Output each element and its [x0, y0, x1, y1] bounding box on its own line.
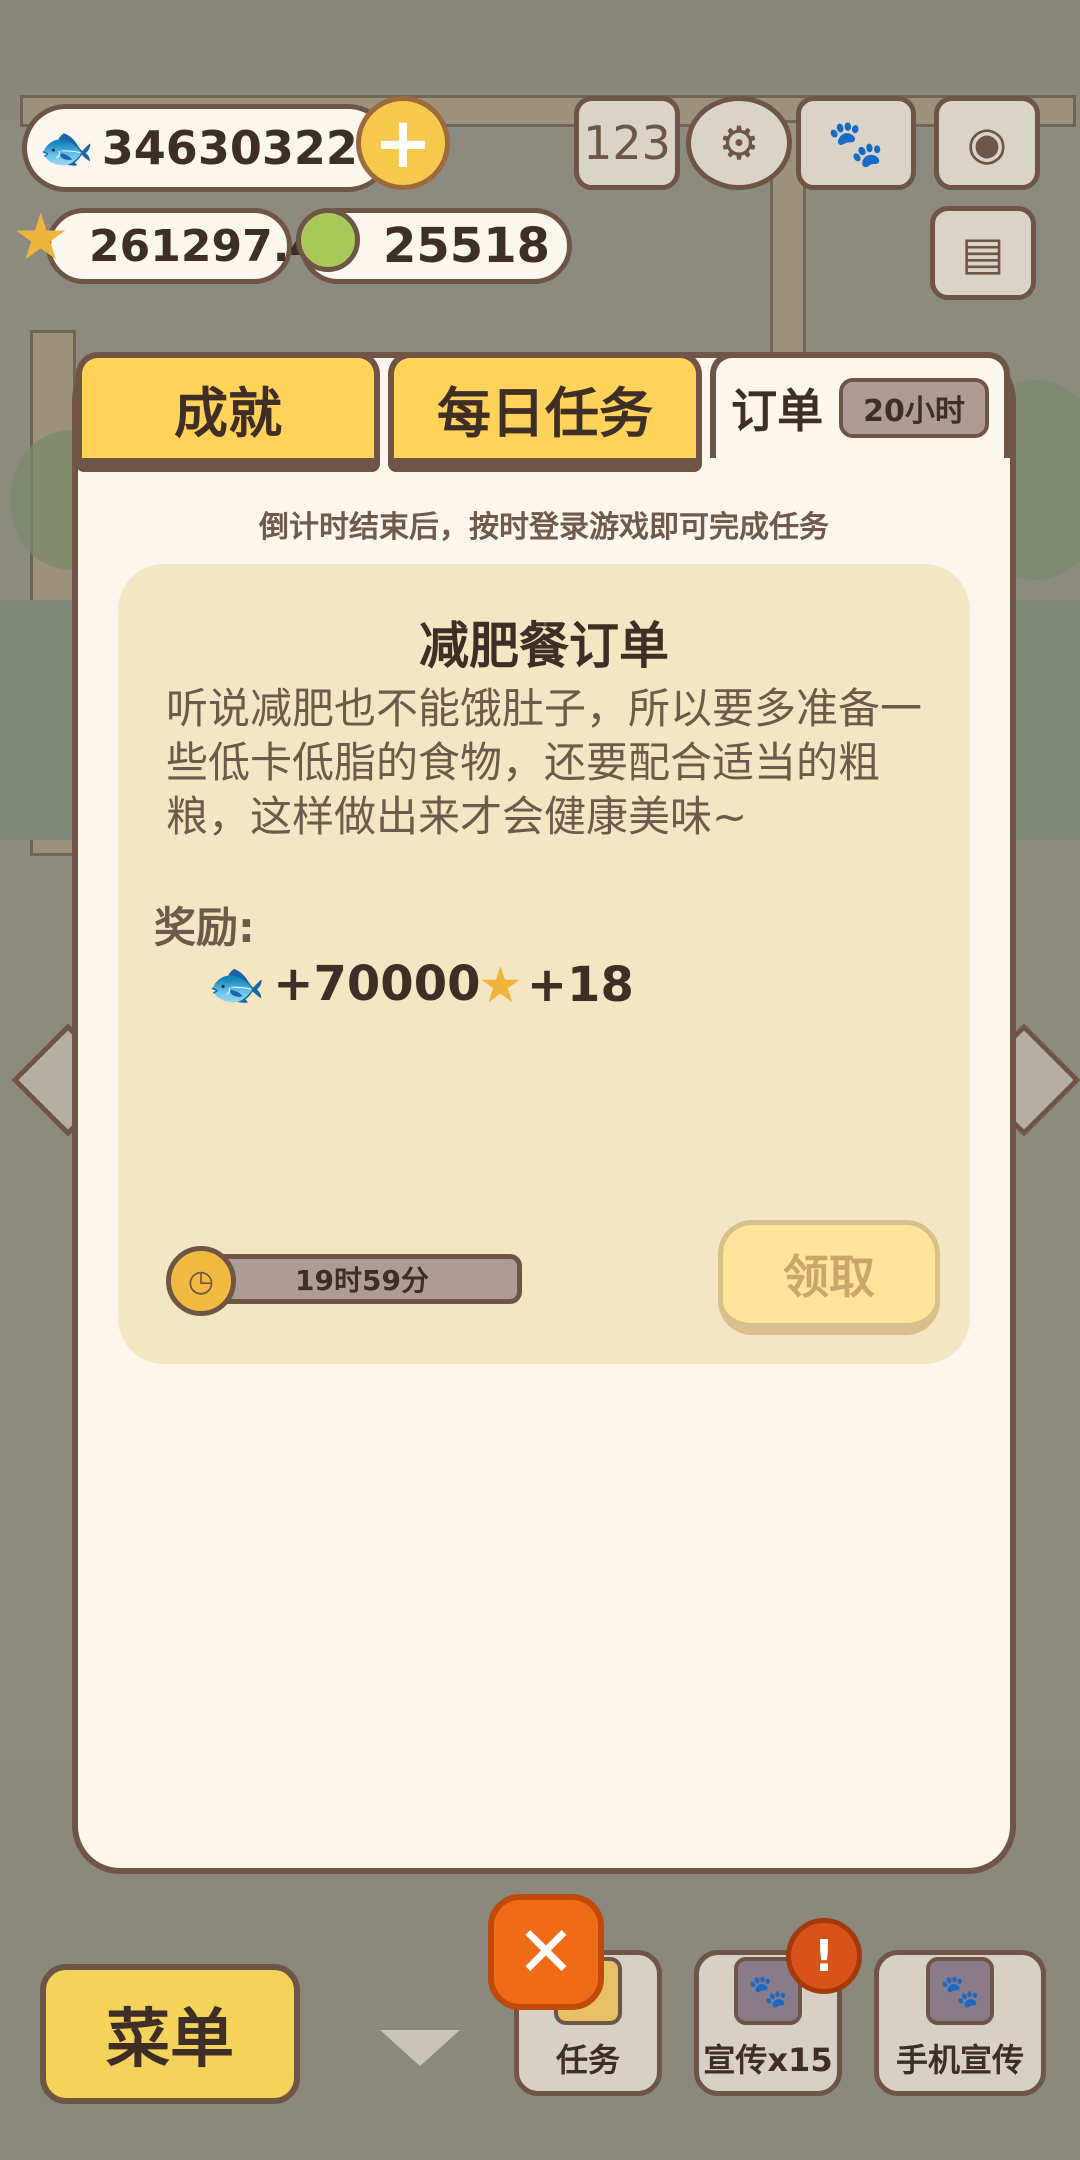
tab-label: 订单 — [731, 384, 824, 438]
order-title: 减肥餐订单 — [419, 617, 669, 675]
countdown-text: 19时59分 — [295, 1264, 429, 1297]
reward-fish-amount: +70000 — [273, 956, 481, 1012]
newspaper-icon[interactable]: ▤ — [930, 206, 1036, 300]
reward-star-amount: +18 — [526, 957, 634, 1013]
alert-badge: ! — [786, 1918, 862, 1994]
tab-label: 成就 — [174, 381, 282, 445]
close-icon: ✕ — [516, 1911, 576, 1993]
reward-star: ★ +18 — [478, 956, 634, 1014]
phone-promo-label: 手机宣传 — [895, 2041, 1024, 2079]
green-coin-icon — [296, 208, 360, 272]
plus-icon: + — [373, 102, 433, 184]
clock-icon: ◷ — [166, 1246, 236, 1316]
chevron-down-icon[interactable] — [380, 2030, 460, 2066]
ranking-icon[interactable]: 123 — [574, 96, 680, 190]
phone-paw-icon: 🐾 — [926, 1957, 994, 2025]
order-description: 听说减肥也不能饿肚子，所以要多准备一些低卡低脂的食物，还要配合适当的粗粮，这样做… — [166, 684, 923, 841]
paw-book-icon[interactable]: 🐾 — [796, 96, 916, 190]
countdown-bar: 19时59分 ◷ — [166, 1246, 526, 1316]
order-card: 减肥餐订单 听说减肥也不能饿肚子，所以要多准备一些低卡低脂的食物，还要配合适当的… — [118, 564, 970, 1364]
fish-count: 346303221 — [101, 121, 390, 175]
menu-button[interactable]: 菜单 — [40, 1964, 300, 2104]
claim-label: 领取 — [783, 1250, 875, 1304]
orders-timer-badge: 20小时 — [839, 378, 989, 438]
phone-promo-button[interactable]: 🐾 手机宣传 — [874, 1950, 1046, 2096]
star-count: 261297.4 — [89, 220, 321, 272]
reward-fish: 🐟 +70000 — [208, 956, 481, 1012]
star-currency-pill: 261297.4 — [46, 208, 320, 284]
tab-daily-tasks[interactable]: 每日任务 — [388, 352, 702, 472]
add-fish-button[interactable]: + — [356, 96, 450, 190]
tab-achievements[interactable]: 成就 — [76, 352, 380, 472]
alert-mark: ! — [813, 1930, 835, 1982]
fish-icon: 🐟 — [208, 956, 266, 1011]
coin-count: 25518 — [383, 218, 550, 274]
promo-label: 宣传x15 — [703, 2041, 833, 2079]
claim-button[interactable]: 领取 — [718, 1220, 940, 1335]
countdown-hint: 倒计时结束后，按时登录游戏即可完成任务 — [259, 510, 829, 545]
task-panel: 成就 每日任务 订单 20小时 倒计时结束后，按时登录游戏即可完成任务 减肥餐订… — [72, 352, 1016, 1874]
reward-label: 奖励: — [154, 903, 255, 952]
menu-label: 菜单 — [106, 2003, 234, 2077]
tasks-label: 任务 — [555, 2041, 620, 2079]
fish-currency-pill: 🐟 346303221 — [22, 104, 392, 192]
star-icon: ★ — [478, 956, 523, 1014]
tab-label: 每日任务 — [437, 381, 653, 445]
countdown-track: 19时59分 — [202, 1254, 522, 1304]
close-button[interactable]: ✕ — [488, 1894, 604, 2010]
camera-icon[interactable]: ◉ — [934, 96, 1040, 190]
fish-icon: 🐟 — [39, 123, 94, 174]
star-icon: ★ — [12, 201, 70, 275]
settings-gear-icon[interactable]: ⚙ — [686, 96, 792, 190]
tab-orders[interactable]: 订单 20小时 — [710, 352, 1010, 458]
